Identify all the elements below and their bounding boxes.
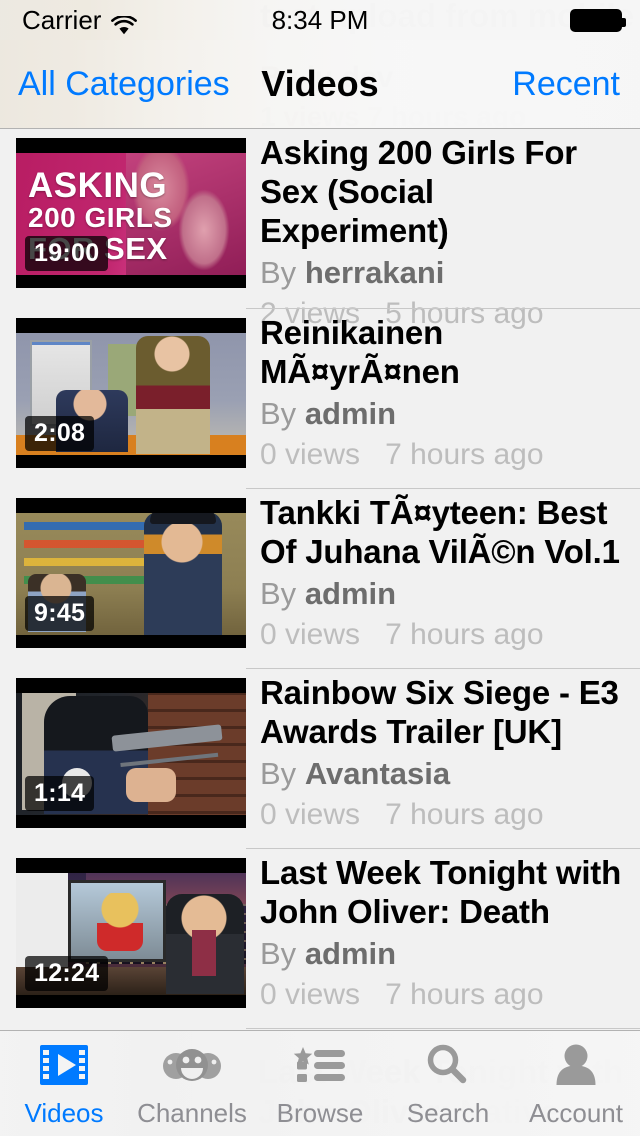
- upload-age: 7 hours ago: [385, 978, 544, 1011]
- upload-age: 7 hours ago: [385, 618, 544, 651]
- table-row[interactable]: 9:45 Tankki TÃ¤yteen: Best Of Juhana Vil…: [0, 489, 640, 669]
- view-count: 0 views: [260, 798, 361, 831]
- status-bar-time: 8:34 PM: [271, 4, 369, 35]
- thumb-caption-line2: 200 GIRLS: [28, 202, 173, 234]
- video-thumbnail[interactable]: 1:14: [16, 678, 246, 828]
- tab-account[interactable]: Account: [512, 1031, 640, 1136]
- thumbnail-container[interactable]: ASKING 200 GIRLS FOR SEX 19:00: [0, 129, 246, 309]
- person-icon: [551, 1038, 601, 1092]
- author-name: admin: [304, 936, 397, 971]
- author-name: admin: [304, 396, 397, 431]
- tab-videos[interactable]: Videos: [0, 1031, 128, 1136]
- video-thumbnail[interactable]: 12:24: [16, 858, 246, 1008]
- view-count: 0 views: [260, 438, 361, 471]
- tab-label-account: Account: [529, 1098, 623, 1128]
- tab-label-search: Search: [406, 1098, 490, 1128]
- thumb-caption-line1: ASKING: [28, 166, 168, 205]
- video-list[interactable]: ASKING 200 GIRLS FOR SEX 19:00 Asking 20…: [0, 129, 640, 1030]
- tab-label-browse: Browse: [276, 1098, 364, 1128]
- video-author: By admin: [260, 572, 624, 616]
- tab-bar: Videos Channels Browse Search Account: [0, 1030, 640, 1136]
- video-title: Rainbow Six Siege - E3 Awards Trailer [U…: [260, 674, 619, 750]
- thumbnail-container[interactable]: 9:45: [0, 489, 246, 669]
- by-prefix: By: [260, 936, 297, 971]
- author-name: Avantasia: [304, 756, 451, 791]
- upload-age: 7 hours ago: [385, 798, 544, 831]
- video-author: By herrakani: [260, 251, 624, 295]
- table-row[interactable]: 1:14 Rainbow Six Siege - E3 Awards Trail…: [0, 669, 640, 849]
- video-meta: 0 views 7 hours ago: [260, 976, 624, 1014]
- duration-badge: 12:24: [25, 956, 109, 991]
- recent-button[interactable]: Recent: [512, 65, 620, 104]
- thumbnail-container[interactable]: 2:08: [0, 309, 246, 489]
- video-meta: 0 views 7 hours ago: [260, 796, 624, 834]
- video-author: By admin: [260, 392, 624, 436]
- battery-full-icon: [570, 9, 626, 32]
- video-thumbnail[interactable]: 9:45: [16, 498, 246, 648]
- duration-badge: 19:00: [25, 236, 109, 271]
- table-row[interactable]: ASKING 200 GIRLS FOR SEX 19:00 Asking 20…: [0, 129, 640, 330]
- video-info[interactable]: Tankki TÃ¤yteen: Best Of Juhana VilÃ©n V…: [246, 489, 640, 669]
- video-thumbnail[interactable]: 2:08: [16, 318, 246, 468]
- table-row[interactable]: 2:08 Reinikainen MÃ¤yrÃ¤nen By admin 0 v…: [0, 309, 640, 489]
- by-prefix: By: [260, 255, 297, 290]
- tab-search[interactable]: Search: [384, 1031, 512, 1136]
- navigation-bar: All Categories Videos Recent: [0, 40, 640, 129]
- status-bar: Carrier 8:34 PM: [0, 0, 640, 40]
- video-meta: 0 views 7 hours ago: [260, 616, 624, 654]
- author-name: herrakani: [304, 255, 445, 290]
- tab-label-videos: Videos: [24, 1098, 104, 1128]
- by-prefix: By: [260, 396, 297, 431]
- view-count: 0 views: [260, 978, 361, 1011]
- by-prefix: By: [260, 576, 297, 611]
- by-prefix: By: [260, 756, 297, 791]
- video-title: Reinikainen MÃ¤yrÃ¤nen: [260, 314, 460, 390]
- tab-channels[interactable]: Channels: [128, 1031, 256, 1136]
- duration-badge: 1:14: [25, 776, 95, 811]
- thumbnail-container[interactable]: 1:14: [0, 669, 246, 849]
- tab-browse[interactable]: Browse: [256, 1031, 384, 1136]
- tab-label-channels: Channels: [137, 1098, 247, 1128]
- table-row[interactable]: 12:24 Last Week Tonight with John Oliver…: [0, 849, 640, 1029]
- video-title: Tankki TÃ¤yteen: Best Of Juhana VilÃ©n V…: [260, 494, 620, 570]
- video-title: Last Week Tonight with John Oliver: Deat…: [260, 854, 622, 930]
- row-separator: [246, 1028, 640, 1029]
- duration-badge: 2:08: [25, 416, 95, 451]
- video-info[interactable]: Reinikainen MÃ¤yrÃ¤nen By admin 0 views …: [246, 309, 640, 489]
- duration-badge: 9:45: [25, 596, 95, 631]
- video-info[interactable]: Rainbow Six Siege - E3 Awards Trailer [U…: [246, 669, 640, 849]
- video-author: By Avantasia: [260, 752, 624, 796]
- video-info[interactable]: Asking 200 Girls For Sex (Social Experim…: [246, 129, 640, 330]
- three-smiley-faces-icon: [162, 1038, 222, 1092]
- star-list-icon: [293, 1038, 347, 1092]
- upload-age: 7 hours ago: [385, 438, 544, 471]
- author-name: admin: [304, 576, 397, 611]
- video-thumbnail[interactable]: ASKING 200 GIRLS FOR SEX 19:00: [16, 138, 246, 288]
- film-strip-play-icon: [38, 1038, 90, 1092]
- video-meta: 0 views 7 hours ago: [260, 436, 624, 474]
- magnifier-icon: [423, 1038, 473, 1092]
- video-title: Asking 200 Girls For Sex (Social Experim…: [260, 134, 577, 249]
- view-count: 0 views: [260, 618, 361, 651]
- thumbnail-container[interactable]: 12:24: [0, 849, 246, 1029]
- video-author: By admin: [260, 932, 624, 976]
- video-info[interactable]: Last Week Tonight with John Oliver: Deat…: [246, 849, 640, 1029]
